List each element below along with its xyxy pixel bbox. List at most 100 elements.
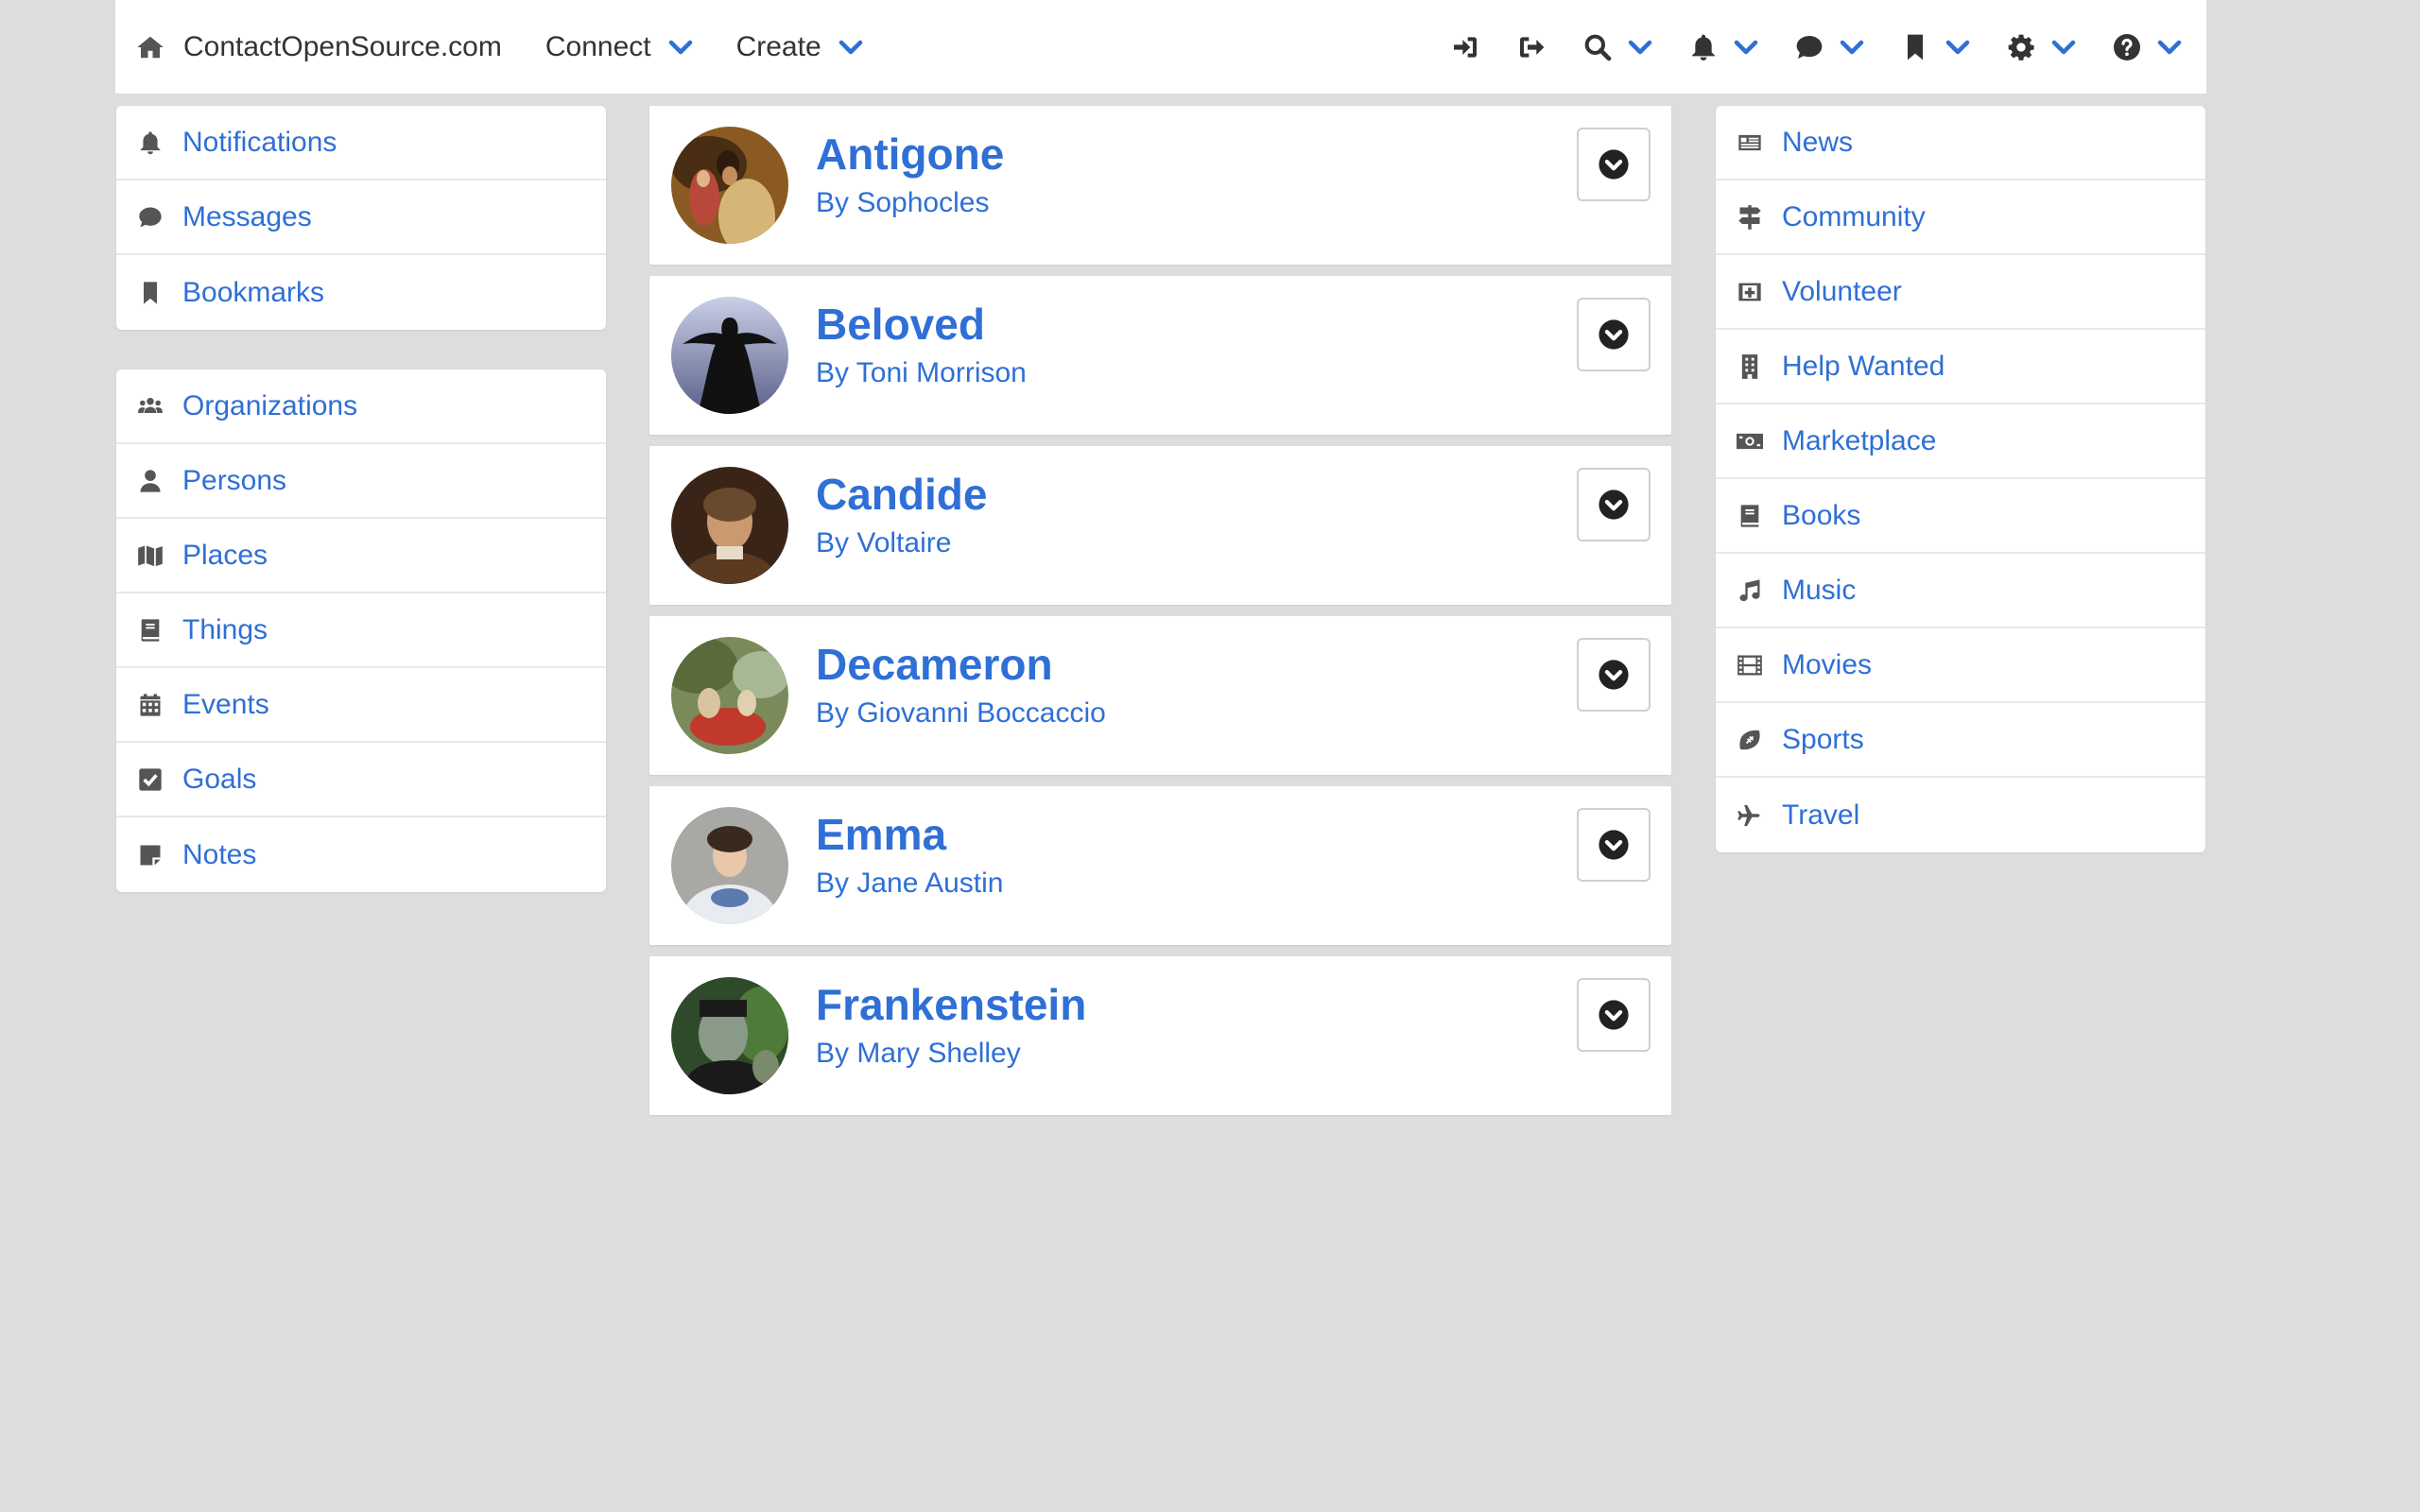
settings-menu[interactable]	[2006, 32, 2076, 62]
users-icon	[138, 397, 163, 413]
menu-item-organizations[interactable]: Organizations	[116, 369, 606, 444]
menu-item-news[interactable]: News	[1716, 106, 2205, 180]
menu-item-community[interactable]: Community	[1716, 180, 2205, 255]
book-thumbnail[interactable]	[671, 467, 788, 584]
checkbox-icon	[139, 767, 162, 791]
book-author[interactable]: By Sophocles	[816, 187, 989, 219]
comment-icon	[139, 207, 162, 227]
film-icon	[1737, 655, 1762, 675]
newspaper-icon	[1738, 134, 1761, 150]
chevron-down-icon	[1628, 40, 1652, 54]
menu-item-label: Sports	[1782, 723, 1864, 755]
sign-in-button[interactable]	[1450, 32, 1480, 62]
bookmarks-menu[interactable]	[1900, 32, 1970, 62]
book-thumbnail[interactable]	[671, 807, 788, 924]
menu-item-music[interactable]: Music	[1716, 554, 2205, 628]
menu-item-label: Organizations	[182, 389, 358, 421]
book-card-emma[interactable]: Emma By Jane Austin	[649, 786, 1671, 945]
book-title[interactable]: Beloved	[816, 299, 985, 350]
menu-item-travel[interactable]: Travel	[1716, 778, 2205, 852]
menu-item-goals[interactable]: Goals	[116, 743, 606, 817]
create-menu[interactable]: Create	[736, 31, 863, 63]
menu-item-label: Goals	[182, 763, 257, 795]
book-card-decameron[interactable]: Decameron By Giovanni Boccaccio	[649, 616, 1671, 775]
menu-item-label: Notifications	[182, 126, 337, 158]
menu-item-notes[interactable]: Notes	[116, 817, 606, 892]
book-title[interactable]: Frankenstein	[816, 979, 1086, 1030]
card-dropdown-button[interactable]	[1577, 298, 1651, 371]
comment-icon	[1796, 35, 1823, 59]
book-thumbnail[interactable]	[671, 297, 788, 414]
chevron-circle-down-icon	[1599, 660, 1629, 690]
menu-item-label: Persons	[182, 464, 287, 496]
chevron-circle-down-icon	[1599, 490, 1629, 520]
menu-item-label: Events	[182, 688, 269, 720]
notifications-menu[interactable]	[1688, 32, 1758, 62]
bell-icon	[140, 130, 161, 154]
book-author[interactable]: By Giovanni Boccaccio	[816, 697, 1106, 730]
book-author[interactable]: By Voltaire	[816, 527, 951, 559]
help-menu[interactable]	[2112, 32, 2182, 62]
card-dropdown-button[interactable]	[1577, 128, 1651, 201]
menu-item-books[interactable]: Books	[1716, 479, 2205, 554]
menu-item-persons[interactable]: Persons	[116, 444, 606, 519]
book-card-beloved[interactable]: Beloved By Toni Morrison	[649, 276, 1671, 435]
book-author[interactable]: By Jane Austin	[816, 868, 1003, 900]
book-author[interactable]: By Mary Shelley	[816, 1038, 1021, 1070]
book-thumbnail[interactable]	[671, 127, 788, 244]
brand-link[interactable]: ContactOpenSource.com	[136, 31, 502, 63]
menu-item-notifications[interactable]: Notifications	[116, 106, 606, 180]
connect-label: Connect	[544, 30, 651, 62]
menu-item-label: Travel	[1782, 799, 1860, 831]
menu-item-label: Marketplace	[1782, 424, 1937, 456]
book-title[interactable]: Antigone	[816, 129, 1004, 180]
messages-menu[interactable]	[1794, 32, 1864, 62]
menu-item-help-wanted[interactable]: Help Wanted	[1716, 330, 2205, 404]
search-menu[interactable]	[1582, 32, 1652, 62]
menu-item-movies[interactable]: Movies	[1716, 628, 2205, 703]
book-thumbnail[interactable]	[671, 977, 788, 1094]
menu-item-volunteer[interactable]: Volunteer	[1716, 255, 2205, 330]
card-dropdown-button[interactable]	[1577, 468, 1651, 541]
card-dropdown-button[interactable]	[1577, 978, 1651, 1052]
chevron-down-icon	[1840, 40, 1864, 54]
chevron-down-icon	[2157, 40, 2182, 54]
menu-item-events[interactable]: Events	[116, 668, 606, 743]
menu-item-messages[interactable]: Messages	[116, 180, 606, 255]
chevron-circle-down-icon	[1599, 319, 1629, 350]
menu-item-label: Places	[182, 539, 268, 571]
medkit-icon	[1738, 283, 1761, 301]
book-thumbnail[interactable]	[671, 637, 788, 754]
menu-item-label: Messages	[182, 200, 312, 232]
menu-item-label: Help Wanted	[1782, 350, 1945, 382]
home-icon	[137, 36, 164, 58]
menu-item-places[interactable]: Places	[116, 519, 606, 593]
book-card-frankenstein[interactable]: Frankenstein By Mary Shelley	[649, 956, 1671, 1115]
sign-out-icon	[1520, 36, 1545, 58]
football-icon	[1739, 730, 1760, 749]
book-title[interactable]: Emma	[816, 809, 946, 860]
navbar-actions	[1414, 0, 2182, 94]
building-icon	[1741, 353, 1758, 379]
card-dropdown-button[interactable]	[1577, 808, 1651, 882]
search-icon	[1584, 34, 1612, 60]
calendar-icon	[140, 693, 161, 716]
plane-icon	[1737, 804, 1760, 826]
menu-item-bookmarks[interactable]: Bookmarks	[116, 255, 606, 330]
book-title[interactable]: Decameron	[816, 639, 1053, 690]
menu-item-sports[interactable]: Sports	[1716, 703, 2205, 778]
left-menu-personal: Notifications Messages Bookmarks	[116, 106, 606, 330]
note-icon	[140, 845, 161, 865]
book-icon	[1740, 504, 1759, 527]
card-dropdown-button[interactable]	[1577, 638, 1651, 712]
book-card-candide[interactable]: Candide By Voltaire	[649, 446, 1671, 605]
book-card-antigone[interactable]: Antigone By Sophocles	[649, 106, 1671, 265]
book-icon	[141, 618, 160, 642]
book-title[interactable]: Candide	[816, 469, 987, 520]
connect-menu[interactable]: Connect	[545, 31, 693, 63]
menu-item-things[interactable]: Things	[116, 593, 606, 668]
book-author[interactable]: By Toni Morrison	[816, 357, 1027, 389]
sign-out-button[interactable]	[1516, 32, 1547, 62]
menu-item-marketplace[interactable]: Marketplace	[1716, 404, 2205, 479]
bell-icon	[1692, 34, 1715, 60]
